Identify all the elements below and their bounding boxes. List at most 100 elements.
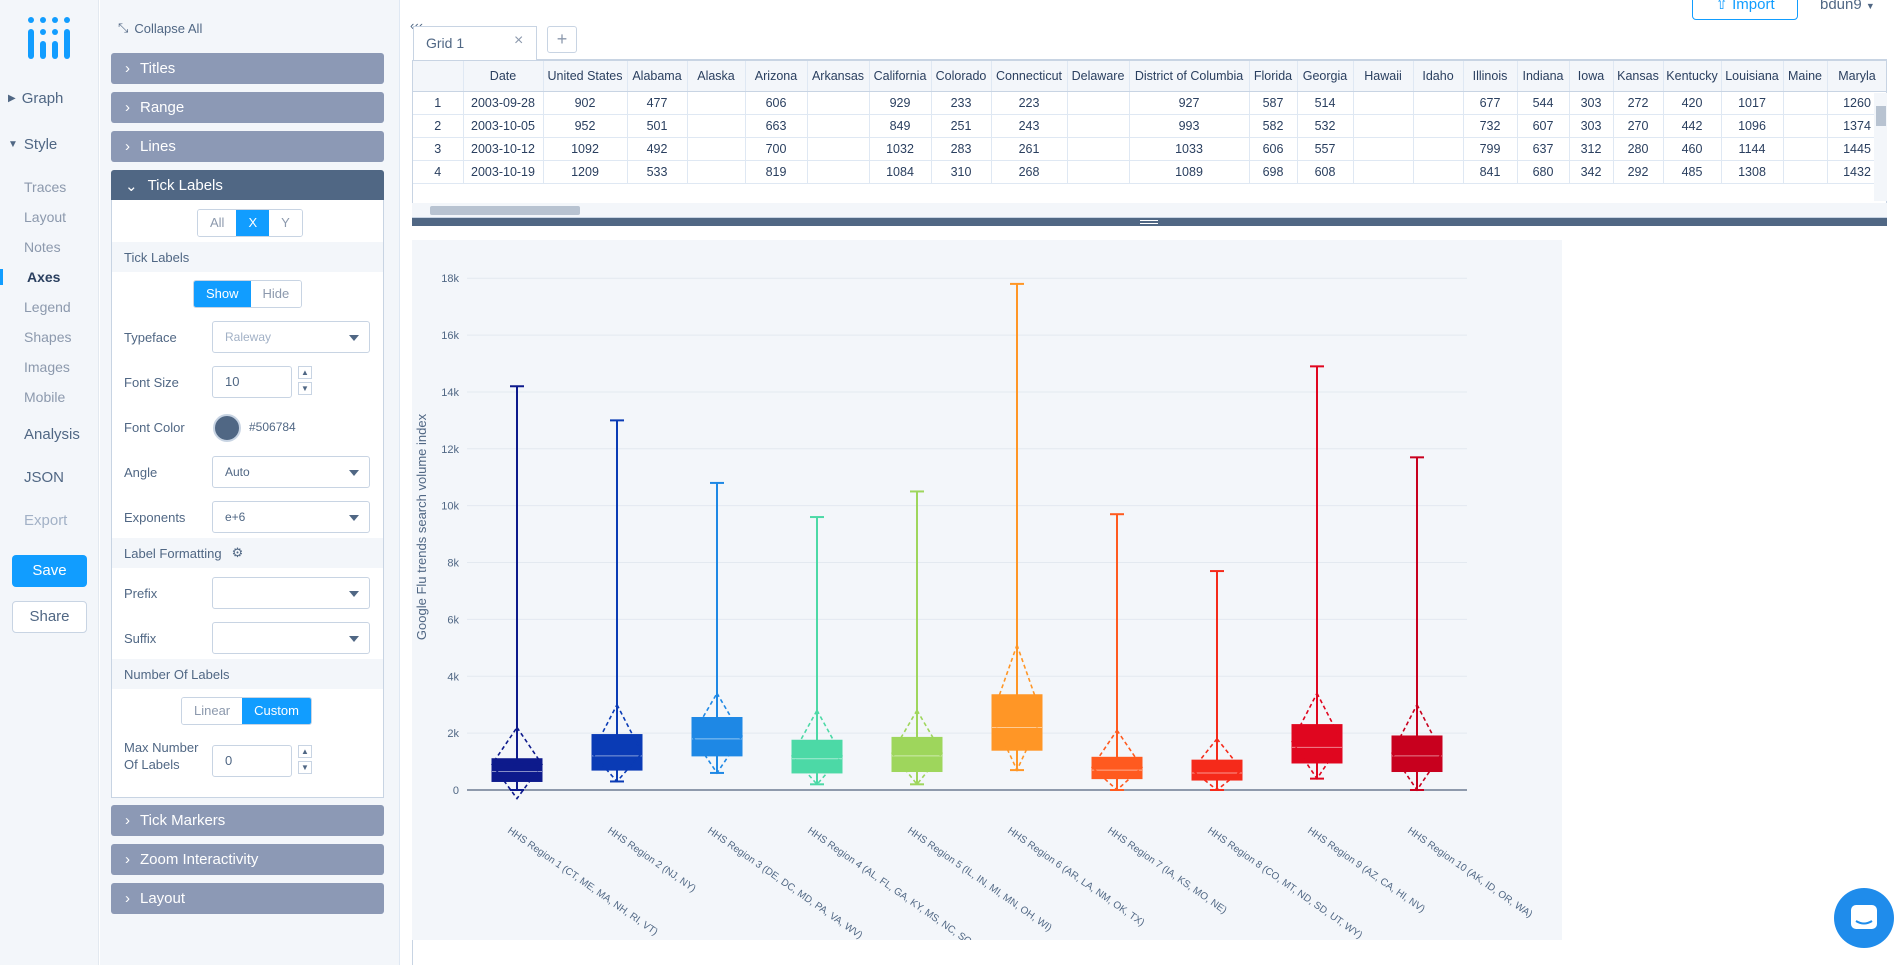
table-cell[interactable] — [1783, 91, 1828, 115]
table-cell[interactable]: 902 — [543, 91, 628, 115]
increment-button[interactable]: ▲ — [298, 366, 312, 379]
font-size-input[interactable]: 10 — [212, 366, 292, 398]
table-cell[interactable]: 272 — [1613, 91, 1664, 115]
table-cell[interactable]: 532 — [1297, 114, 1354, 138]
table-cell[interactable]: 501 — [627, 114, 688, 138]
decrement-button[interactable]: ▼ — [298, 761, 312, 774]
table-cell[interactable]: 607 — [1517, 114, 1570, 138]
table-cell[interactable]: 223 — [991, 91, 1068, 115]
row-index[interactable]: 3 — [413, 137, 464, 161]
nav-export[interactable]: Export — [0, 512, 99, 529]
column-header[interactable]: Illinois — [1463, 61, 1518, 92]
column-header[interactable]: Kansas — [1613, 61, 1664, 92]
table-cell[interactable]: 1032 — [869, 137, 932, 161]
table-cell[interactable]: 442 — [1663, 114, 1722, 138]
table-cell[interactable]: 582 — [1249, 114, 1298, 138]
typeface-select[interactable]: Raleway — [212, 321, 370, 353]
table-cell[interactable] — [1353, 114, 1414, 138]
column-header[interactable]: Maine — [1783, 61, 1828, 92]
table-cell[interactable]: 303 — [1569, 91, 1614, 115]
custom-option[interactable]: Custom — [242, 698, 311, 724]
table-cell[interactable]: 310 — [931, 160, 992, 184]
column-header[interactable]: Arizona — [745, 61, 808, 92]
table-cell[interactable] — [1067, 137, 1130, 161]
table-cell[interactable] — [807, 160, 870, 184]
nav-analysis[interactable]: Analysis — [0, 426, 99, 443]
suffix-select[interactable] — [212, 622, 370, 654]
nav-axes[interactable]: Axes — [0, 269, 99, 285]
table-cell[interactable]: 280 — [1613, 137, 1664, 161]
table-cell[interactable]: 698 — [1249, 160, 1298, 184]
table-cell[interactable] — [1413, 160, 1464, 184]
box[interactable] — [491, 758, 543, 782]
horizontal-scroll-thumb[interactable] — [430, 206, 580, 215]
table-cell[interactable]: 952 — [543, 114, 628, 138]
column-header[interactable]: District of Columbia — [1129, 61, 1250, 92]
color-swatch[interactable] — [213, 414, 241, 442]
table-cell[interactable]: 557 — [1297, 137, 1354, 161]
table-cell[interactable] — [1413, 114, 1464, 138]
decrement-button[interactable]: ▼ — [298, 382, 312, 395]
table-cell[interactable] — [1067, 160, 1130, 184]
column-header[interactable]: Colorado — [931, 61, 992, 92]
table-cell[interactable] — [687, 91, 746, 115]
table-cell[interactable]: 927 — [1129, 91, 1250, 115]
table-cell[interactable]: 1144 — [1721, 137, 1784, 161]
axis-y-option[interactable]: Y — [269, 210, 302, 236]
column-header[interactable]: Louisiana — [1721, 61, 1784, 92]
table-cell[interactable]: 312 — [1569, 137, 1614, 161]
table-cell[interactable]: 1308 — [1721, 160, 1784, 184]
horizontal-scrollbar[interactable] — [412, 203, 1887, 217]
table-cell[interactable]: 587 — [1249, 91, 1298, 115]
table-cell[interactable] — [1353, 160, 1414, 184]
fold-tick-labels[interactable]: ⌄ Tick Labels — [111, 170, 384, 201]
save-button[interactable]: Save — [12, 555, 87, 587]
column-header[interactable]: California — [869, 61, 932, 92]
box-plot-chart[interactable]: 0 2k 4k 6k 8k 10k 12k 14k 16k 18k Google Flu trend… — [412, 240, 1562, 960]
table-cell[interactable]: 841 — [1463, 160, 1518, 184]
column-header[interactable]: Florida — [1249, 61, 1298, 92]
user-menu[interactable]: bdun9 ▼ — [1820, 0, 1875, 13]
table-cell[interactable]: 732 — [1463, 114, 1518, 138]
fold-layout[interactable]: › Layout — [111, 883, 384, 914]
fold-zoom-interactivity[interactable]: › Zoom Interactivity — [111, 844, 384, 875]
table-cell[interactable] — [807, 91, 870, 115]
table-cell[interactable] — [687, 137, 746, 161]
table-cell[interactable]: 233 — [931, 91, 992, 115]
angle-select[interactable]: Auto — [212, 456, 370, 488]
nav-images[interactable]: Images — [0, 359, 99, 375]
table-cell[interactable]: 1092 — [543, 137, 628, 161]
table-cell[interactable]: 251 — [931, 114, 992, 138]
fold-range[interactable]: › Range — [111, 92, 384, 123]
table-cell[interactable]: 849 — [869, 114, 932, 138]
table-cell[interactable]: 700 — [745, 137, 808, 161]
nav-json[interactable]: JSON — [0, 469, 99, 486]
table-cell[interactable] — [1353, 137, 1414, 161]
box[interactable] — [891, 736, 943, 773]
table-cell[interactable]: 606 — [1249, 137, 1298, 161]
collapse-all-button[interactable]: ⤡ Collapse All — [118, 20, 202, 36]
table-cell[interactable]: 283 — [931, 137, 992, 161]
fold-tick-markers[interactable]: › Tick Markers — [111, 805, 384, 836]
row-index[interactable]: 1 — [413, 91, 464, 115]
table-cell[interactable] — [807, 114, 870, 138]
prefix-select[interactable] — [212, 577, 370, 609]
table-cell[interactable] — [1783, 160, 1828, 184]
table-cell[interactable]: 637 — [1517, 137, 1570, 161]
table-cell[interactable]: 663 — [745, 114, 808, 138]
table-cell[interactable] — [687, 160, 746, 184]
table-cell[interactable]: 1017 — [1721, 91, 1784, 115]
table-cell[interactable]: 1209 — [543, 160, 628, 184]
divider-handle[interactable] — [1140, 220, 1158, 224]
table-cell[interactable] — [1783, 137, 1828, 161]
nav-traces[interactable]: Traces — [0, 179, 99, 195]
column-header[interactable]: Hawaii — [1353, 61, 1414, 92]
table-cell[interactable]: 460 — [1663, 137, 1722, 161]
table-cell[interactable]: 680 — [1517, 160, 1570, 184]
table-cell[interactable]: 2003-09-28 — [463, 91, 544, 115]
table-cell[interactable] — [1413, 137, 1464, 161]
nav-layout[interactable]: Layout — [0, 209, 99, 225]
table-cell[interactable] — [687, 114, 746, 138]
nav-notes[interactable]: Notes — [0, 239, 99, 255]
table-cell[interactable]: 608 — [1297, 160, 1354, 184]
